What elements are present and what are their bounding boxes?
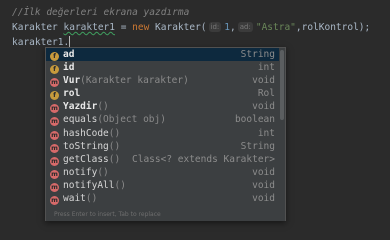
completion-item-params: () (97, 166, 109, 178)
completion-item-getClass[interactable]: m getClass() Class<? extends Karakter> (46, 153, 279, 166)
completion-item-name: hashCode (63, 127, 109, 139)
code-editor[interactable]: //İlk değerleri ekrana yazdırma Karakter… (12, 5, 386, 50)
completion-item-type: String (240, 140, 275, 152)
code-line-declaration: Karakter karakter1 = new Karakter(id: 1, a… (12, 22, 371, 33)
args-rest: ,rolKontrol); (295, 22, 371, 33)
completion-item-type: Class<? extends Karakter> (132, 153, 275, 165)
type-name: Karakter (12, 22, 58, 33)
code-line-comment: //İlk değerleri ekrana yazdırma (12, 5, 386, 20)
completion-item-name: equals (63, 114, 98, 126)
completion-item-wait[interactable]: m wait() void (46, 192, 279, 206)
method-icon: m (50, 104, 59, 114)
completion-item-name: getClass (63, 153, 109, 165)
completion-item-params: () (85, 193, 98, 205)
comment-text: //İlk değerleri ekrana yazdırma (12, 7, 190, 18)
field-icon: f (50, 65, 59, 75)
completion-item-name: toString (63, 140, 109, 152)
text-caret (69, 36, 71, 47)
method-icon: m (50, 156, 59, 166)
completion-item-type: void (252, 101, 275, 113)
completion-item-equals[interactable]: m equals(Object obj) boolean (46, 113, 279, 127)
completion-item-name: ad (63, 49, 75, 60)
completion-item-name: notifyAll (63, 179, 115, 191)
completion-item-type: void (252, 75, 275, 87)
arg-id: 1 (224, 22, 231, 33)
completion-item-type: void (252, 179, 275, 191)
completion-list[interactable]: f ad String f id int m Vur(Karakter karakter) vo… (46, 48, 279, 206)
completion-item-name: Vur (63, 75, 81, 87)
completion-item-params: () (108, 140, 121, 152)
completion-popup[interactable]: f ad String f id int m Vur(Karakter karakter) vo… (45, 47, 286, 221)
completion-item-params: () (114, 179, 126, 191)
variable-name: karakter1 (63, 22, 115, 33)
completion-item-rol[interactable]: f rol Rol (46, 87, 279, 101)
completion-item-type: void (252, 193, 275, 205)
completion-item-params: () (108, 127, 121, 139)
completion-item-name: id (63, 62, 75, 74)
completion-item-type: boolean (234, 114, 275, 126)
method-icon: m (50, 78, 59, 88)
completion-item-type: int (257, 62, 275, 74)
completion-item-type: Rol (257, 88, 275, 100)
field-icon: f (50, 52, 59, 61)
method-icon: m (50, 169, 59, 179)
method-icon: m (50, 196, 59, 206)
completion-item-params: (Karakter karakter) (80, 75, 189, 87)
field-icon: f (50, 91, 59, 101)
completion-footer: Press Enter to insert, Tab to replace (46, 208, 285, 221)
completion-item-params: () (108, 153, 121, 165)
keyword-new: new (132, 22, 150, 33)
constructor-call: Karakter( (149, 22, 207, 33)
method-icon: m (50, 130, 59, 140)
completion-item-id[interactable]: f id int (46, 61, 279, 75)
completion-item-name: Yazdir (63, 101, 98, 113)
completion-item-ad[interactable]: f ad String (46, 48, 279, 62)
completion-item-Vur[interactable]: m Vur(Karakter karakter) void (46, 74, 279, 88)
completion-item-toString[interactable]: m toString() String (46, 140, 279, 153)
completion-item-name: rol (63, 88, 81, 100)
arg-ad: "Astra" (255, 22, 296, 33)
completion-item-type: int (257, 127, 275, 139)
method-icon: m (50, 117, 59, 127)
method-icon: m (50, 182, 59, 192)
completion-item-Yazdir[interactable]: m Yazdir() void (46, 100, 279, 114)
completion-item-params: (Object obj) (97, 114, 166, 126)
completion-item-hashCode[interactable]: m hashCode() int (46, 127, 279, 140)
param-hint-id: id: (208, 22, 222, 32)
completion-item-notify[interactable]: m notify() void (46, 166, 279, 179)
completion-item-name: wait (63, 193, 86, 205)
assign-operator: = (114, 22, 133, 33)
completion-item-type: String (240, 49, 275, 60)
completion-item-type: void (252, 166, 275, 178)
completion-item-name: notify (63, 166, 98, 178)
completion-item-params: () (97, 101, 109, 113)
completion-scrollbar[interactable] (280, 50, 284, 120)
param-hint-ad: ad: (237, 22, 253, 32)
method-icon: m (50, 143, 59, 153)
completion-item-notifyAll[interactable]: m notifyAll() void (46, 179, 279, 192)
